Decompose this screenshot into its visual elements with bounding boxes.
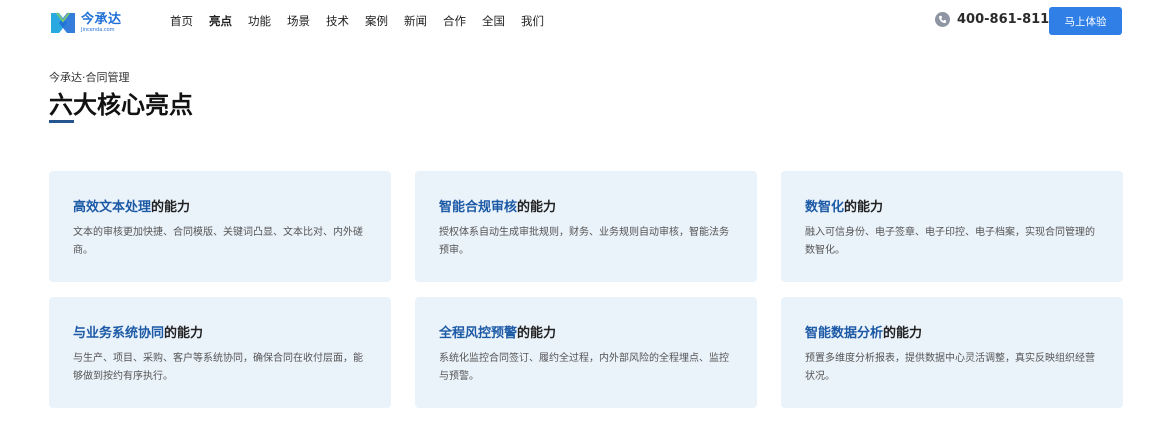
logo-subtitle: Jincenda.com [81, 27, 115, 33]
card-title-highlight: 与业务系统协同 [73, 326, 165, 341]
card-title: 智能数据分析的能力 [805, 322, 1099, 341]
card-title-highlight: 智能合规审核 [439, 200, 518, 215]
contact-phone[interactable]: 400-861-8118 [935, 12, 1058, 27]
nav-item-cases[interactable]: 案例 [365, 13, 388, 29]
nav-item-home[interactable]: 首页 [170, 13, 193, 29]
card-title-highlight: 全程风控预警 [439, 326, 518, 341]
card-title: 智能合规审核的能力 [439, 196, 733, 215]
card-title-suffix: 的能力 [151, 200, 191, 215]
card-description: 系统化监控合同签订、履约全过程，内外部风险的全程埋点、监控与预警。 [439, 353, 729, 382]
card-title-highlight: 高效文本处理 [73, 200, 152, 215]
nav-item-about[interactable]: 我们 [521, 13, 544, 29]
card-title-highlight: 数智化 [805, 200, 845, 215]
nav-item-partners[interactable]: 合作 [443, 13, 466, 29]
card-title: 与业务系统协同的能力 [73, 322, 367, 341]
card-title-suffix: 的能力 [164, 326, 204, 341]
nav-item-nationwide[interactable]: 全国 [482, 13, 505, 29]
card-title: 全程风控预警的能力 [439, 322, 733, 341]
card-description: 融入可信身份、电子签章、电子印控、电子档案，实现合同管理的数智化。 [805, 227, 1095, 256]
feature-card-compliance-review[interactable]: 智能合规审核的能力 授权体系自动生成审批规则，财务、业务规则自动审核，智能法务预… [415, 171, 757, 282]
phone-icon [935, 12, 950, 27]
brand-logo[interactable]: 今承达 Jincenda.com [49, 9, 122, 37]
logo-mark-icon [51, 12, 75, 33]
title-underline [49, 120, 74, 123]
card-title-suffix: 的能力 [517, 200, 557, 215]
card-description: 文本的审核更加快捷、合同模版、关键词凸显、文本比对、内外磋商。 [73, 227, 363, 256]
nav-item-features[interactable]: 功能 [248, 13, 271, 29]
phone-number: 400-861-8118 [957, 12, 1059, 27]
top-header: 今承达 Jincenda.com 首页 亮点 功能 场景 技术 案例 新闻 合作… [0, 0, 1172, 44]
nav-item-scenarios[interactable]: 场景 [287, 13, 310, 29]
section-kicker: 今承达·合同管理 [49, 71, 130, 84]
card-title-suffix: 的能力 [517, 326, 557, 341]
feature-card-system-collaboration[interactable]: 与业务系统协同的能力 与生产、项目、采购、客户等系统协同，确保合同在收付层面，能… [49, 297, 391, 408]
section-title: 六大核心亮点 [49, 91, 193, 119]
main-nav: 首页 亮点 功能 场景 技术 案例 新闻 合作 全国 我们 [170, 13, 560, 29]
feature-card-text-processing[interactable]: 高效文本处理的能力 文本的审核更加快捷、合同模版、关键词凸显、文本比对、内外磋商… [49, 171, 391, 282]
nav-item-news[interactable]: 新闻 [404, 13, 427, 29]
card-title: 数智化的能力 [805, 196, 1099, 215]
nav-item-technology[interactable]: 技术 [326, 13, 349, 29]
feature-card-digital-intelligence[interactable]: 数智化的能力 融入可信身份、电子签章、电子印控、电子档案，实现合同管理的数智化。 [781, 171, 1123, 282]
card-description: 与生产、项目、采购、客户等系统协同，确保合同在收付层面，能够做到按约有序执行。 [73, 353, 363, 382]
logo-text: 今承达 Jincenda.com [81, 13, 122, 33]
card-description: 授权体系自动生成审批规则，财务、业务规则自动审核，智能法务预审。 [439, 227, 729, 256]
nav-item-highlights[interactable]: 亮点 [209, 13, 232, 29]
card-title-suffix: 的能力 [844, 200, 884, 215]
feature-card-risk-control[interactable]: 全程风控预警的能力 系统化监控合同签订、履约全过程，内外部风险的全程埋点、监控与… [415, 297, 757, 408]
feature-card-data-analysis[interactable]: 智能数据分析的能力 预置多维度分析报表，提供数据中心灵活调整，真实反映组织经营状… [781, 297, 1123, 408]
try-now-button[interactable]: 马上体验 [1049, 7, 1122, 35]
logo-name: 今承达 [81, 12, 122, 27]
card-description: 预置多维度分析报表，提供数据中心灵活调整，真实反映组织经营状况。 [805, 353, 1095, 382]
card-title-suffix: 的能力 [883, 326, 923, 341]
card-title: 高效文本处理的能力 [73, 196, 367, 215]
card-title-highlight: 智能数据分析 [805, 326, 884, 341]
